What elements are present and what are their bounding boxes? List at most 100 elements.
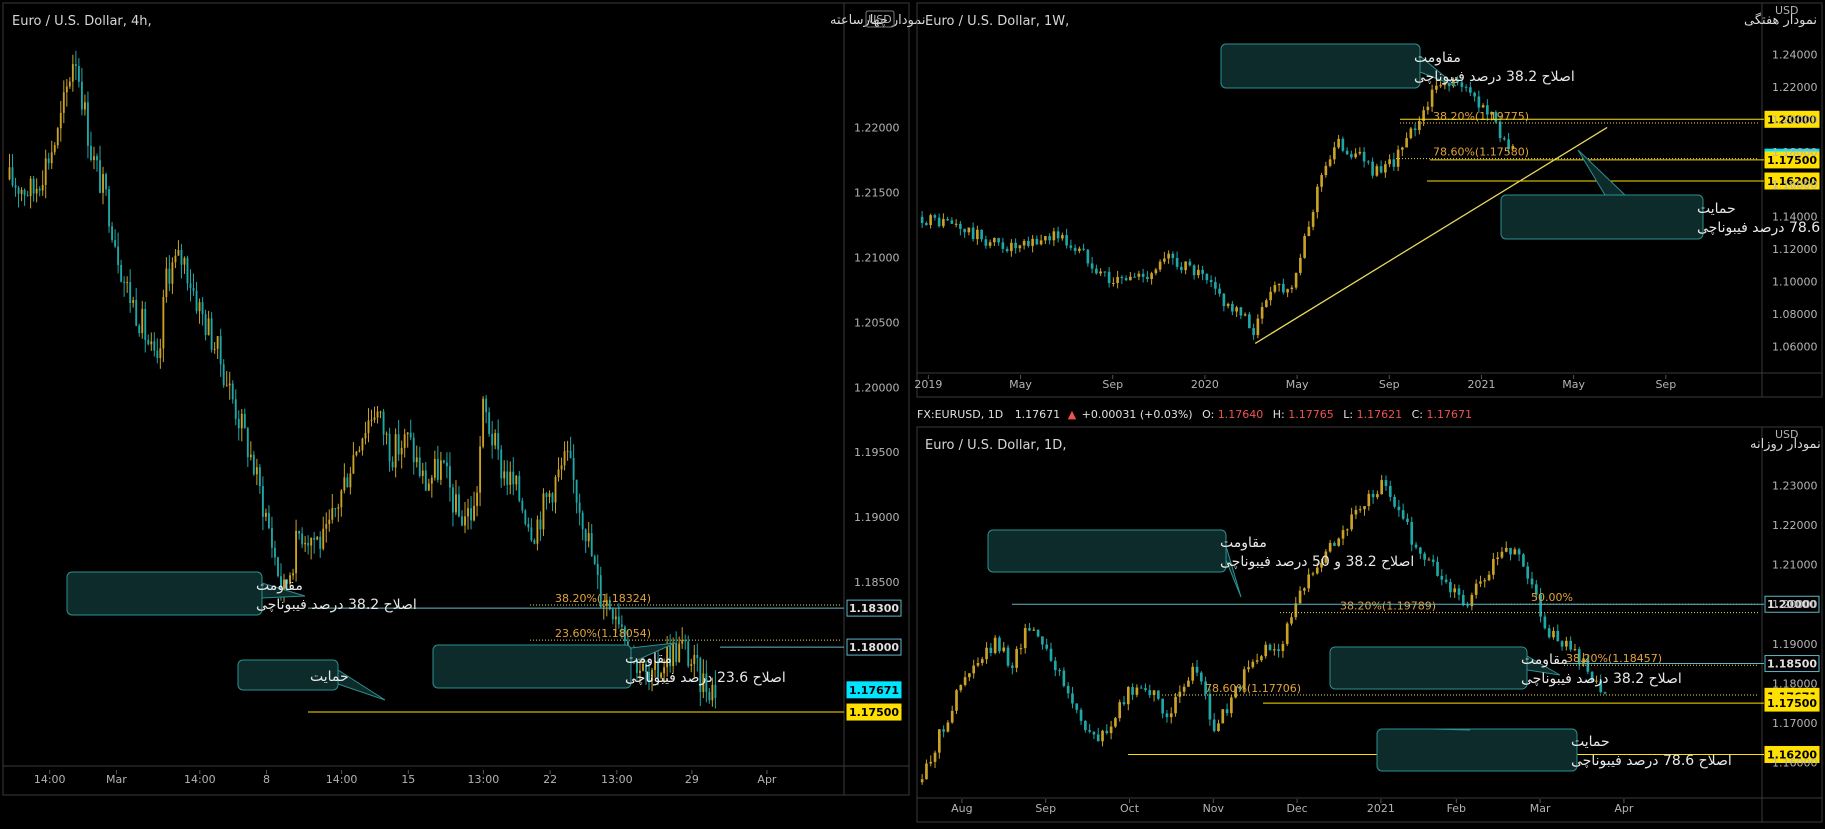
candle-up [1078,248,1081,251]
candle-down [74,64,77,67]
candle-up [213,348,216,350]
candle-down [192,288,195,291]
candle-down [409,432,412,438]
candle-up [1135,687,1139,695]
candle-down [1522,554,1525,567]
candle-down [920,216,924,224]
candle-down [1175,258,1179,267]
candle-up [1286,289,1289,293]
candle-up [1152,690,1156,696]
candle-up [249,454,252,458]
candle-down [452,487,454,513]
x-tick-label: Nov [1203,802,1225,815]
callout-4h-resistance-38-line2: اصلاح 38.2 درصد فیبوناچی [256,597,417,613]
candle-down [1056,231,1060,239]
candle-down [1199,672,1203,682]
panel-weekly-title: Euro / U.S. Dollar, 1W, [925,14,1069,29]
candle-down [1371,493,1375,498]
candle-down [268,512,270,529]
candle-up [1285,623,1289,645]
candle-down [144,308,147,340]
candle-up [400,447,403,455]
candle-up [59,112,62,129]
candle-up [1307,574,1311,589]
candle-down [584,529,587,542]
candle-up [93,156,95,161]
candle-up [1010,242,1013,252]
candle-up [1367,493,1371,507]
candle-down [551,493,554,503]
candle-down [1503,138,1506,140]
candle-up [102,174,104,193]
candle-up [1350,514,1353,530]
candle-down [1035,238,1039,245]
candle-down [1419,547,1422,554]
candle-down [32,178,35,194]
candle-up [1154,269,1158,274]
candle-down [1414,544,1418,548]
candle-down [1393,496,1396,507]
candle-up [1427,559,1431,561]
x-tick-label: Sep [1655,378,1676,391]
candle-down [388,433,391,462]
candle-down [298,530,301,534]
candle-down [1526,566,1530,579]
candle-down [1062,670,1066,686]
candle-down [488,412,491,434]
candle-up [1311,573,1315,575]
candle-down [1045,644,1049,649]
candle-up [560,465,563,470]
candle-up [1337,538,1341,546]
candle-down [575,479,578,503]
candle-down [506,471,509,485]
y-tick-label: 1.12000 [1772,243,1818,256]
candle-down [135,300,138,326]
candle-up [482,398,485,447]
candle-down [234,399,237,419]
x-tick-label: 2020 [1191,378,1219,391]
candle-down [1006,647,1010,666]
candle-down [1413,128,1417,131]
callout-4h-resistance-23-line2: اصلاح 23.6 درصد فیبوناچی [625,670,786,686]
candle-down [1069,245,1073,248]
callout-daily-resistance-38-line2: اصلاح 38.2 درصد فیبوناچی [1521,671,1682,687]
fib-level-label: 38.20%(1.19775) [1433,110,1529,123]
candle-up [515,475,518,485]
candle-up [1328,159,1332,166]
candle-up [1303,588,1306,591]
y-tick-label: 1.08000 [1772,308,1818,321]
candle-down [156,350,159,359]
candle-up [1129,276,1132,281]
candle-up [1481,105,1485,108]
candle-down [1092,731,1096,735]
candle-up [954,223,958,225]
candle-up [1191,666,1195,681]
x-tick-label: Mar [1530,802,1551,815]
candle-down [946,219,949,221]
candle-down [1543,616,1547,629]
candle-down [436,459,439,480]
y-tick-label: 1.23000 [1772,480,1818,493]
candle-up [503,471,506,479]
candle-down [539,519,542,530]
candle-down [1139,687,1143,689]
candle-up [340,490,343,508]
candle-up [1251,661,1255,668]
candle-down [189,283,192,289]
candle-up [548,493,551,497]
price-badge-label: 1.18500 [1767,658,1817,671]
candle-up [950,710,954,723]
candle-down [530,527,533,541]
candle-down [147,339,150,345]
candle-up [1163,258,1166,262]
candle-up [467,508,469,517]
candle-down [1473,92,1476,97]
candle-down [11,167,14,186]
candle-down [261,486,264,517]
candle-up [228,383,231,386]
candle-down [1218,288,1221,294]
y-tick-label: 1.20000 [1772,598,1818,611]
y-tick-label: 1.21500 [854,186,900,199]
candle-up [1345,529,1349,531]
candle-down [186,257,189,284]
